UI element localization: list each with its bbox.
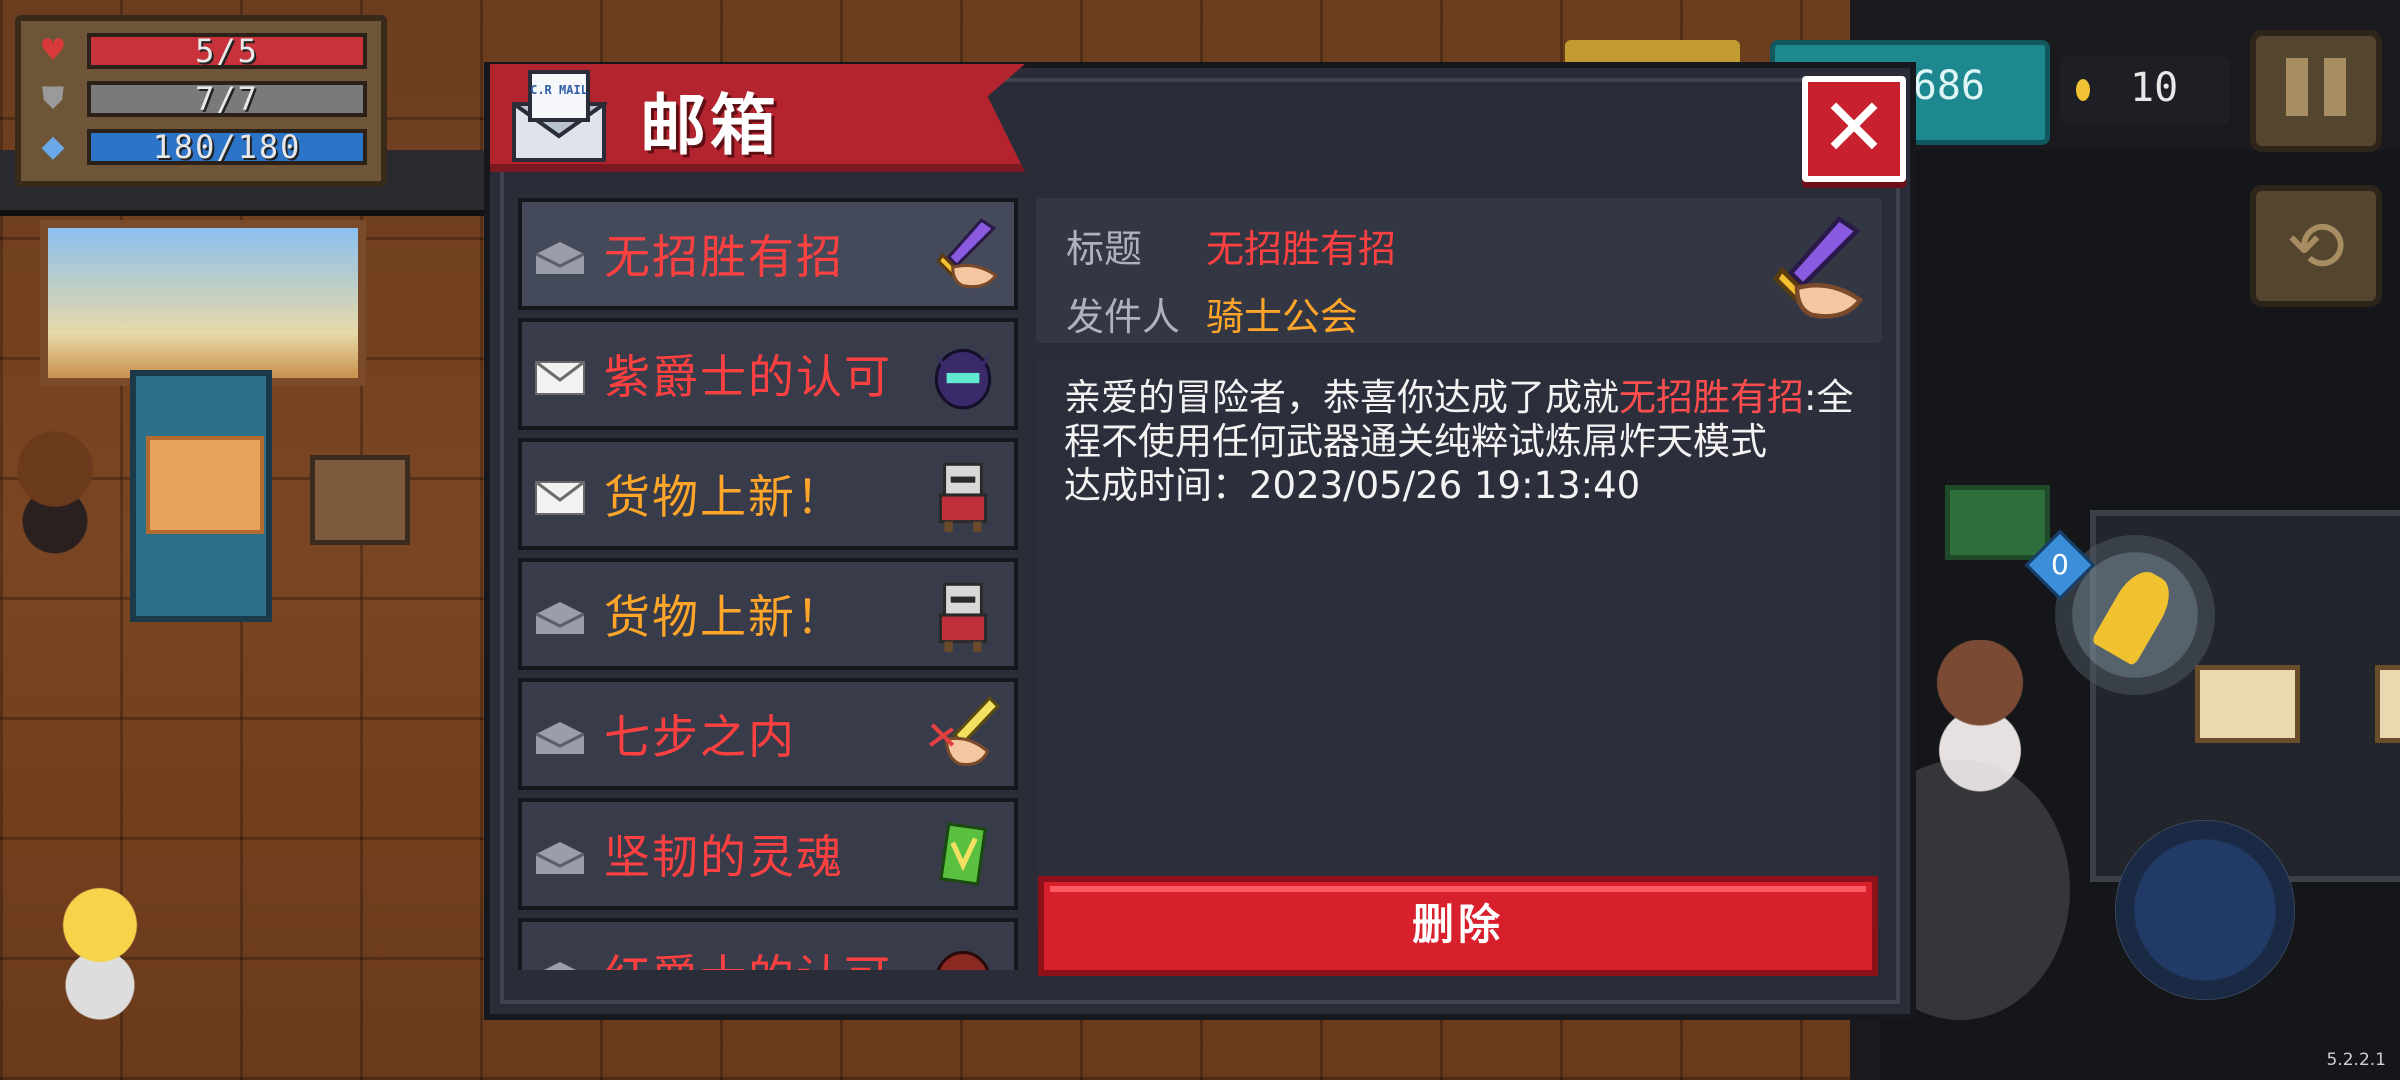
merchant-icon	[938, 462, 988, 532]
sword-hand-icon	[1773, 216, 1864, 319]
mail-subject: 货物上新！	[604, 590, 844, 644]
mail-list-item[interactable]: 货物上新！	[518, 438, 1018, 550]
player-stats-panel: ♥ 5/5 ⛊ 7/7 ◆ 180/180	[15, 15, 387, 187]
title-value: 无招胜有招	[1206, 227, 1397, 271]
health-bar: 5/5	[87, 33, 367, 69]
energy-row: ◆ 180/180	[21, 125, 381, 169]
game-poster	[40, 220, 366, 386]
health-value: 5/5	[195, 32, 259, 70]
pause-button[interactable]	[2250, 30, 2382, 152]
storage-crate[interactable]	[310, 455, 410, 545]
refresh-icon: ⟲	[2286, 205, 2346, 287]
close-icon: ✕	[1820, 81, 1888, 174]
mail-subject: 紫爵士的认可	[604, 350, 892, 404]
mail-list-item[interactable]: 紫爵士的认可	[518, 318, 1018, 430]
opened-envelope-icon	[535, 602, 585, 634]
mail-subject: 七步之内	[604, 710, 796, 764]
mail-body-text: 亲爱的冒险者，恭喜你达成了成就无招胜有招:全程不使用任何武器通关纯粹试炼屌炸天模…	[1064, 376, 1864, 508]
pause-icon	[2286, 58, 2308, 116]
unread-envelope-icon	[535, 480, 585, 515]
certificate-frame	[2195, 665, 2300, 743]
armor-value: 7/7	[195, 80, 259, 118]
achieved-time: 达成时间：2023/05/26 19:13:40	[1064, 464, 1641, 507]
coin-counter: 10	[2060, 55, 2230, 125]
opened-envelope-icon	[544, 962, 576, 970]
version-label: 5.2.2.1	[2326, 1050, 2386, 1070]
mail-list-item[interactable]: 坚韧的灵魂	[518, 798, 1018, 910]
energy-bar: 180/180	[87, 129, 367, 165]
coin-icon	[2076, 79, 2090, 101]
player-character	[40, 880, 160, 1030]
sender-value: 骑士公会	[1206, 295, 1359, 339]
body-text-highlight: 无招胜有招	[1619, 376, 1804, 419]
delete-button[interactable]: 删除	[1038, 876, 1878, 976]
merchant-icon	[938, 582, 988, 652]
heart-icon: ♥	[39, 33, 67, 68]
mail-list[interactable]: 无招胜有招紫爵士的认可货物上新！ 货物上新！ 七步之内坚韧的灵魂红爵士的认可	[518, 198, 1024, 970]
gem-value: 686	[1912, 63, 1985, 109]
sword-hand-icon	[936, 218, 998, 289]
green-card-icon	[939, 822, 988, 886]
certificate-frame-2	[2375, 665, 2400, 743]
mail-detail-body: 亲爱的冒险者，恭喜你达成了成就无招胜有招:全程不使用任何武器通关纯粹试炼屌炸天模…	[1036, 358, 1882, 928]
sender-label: 发件人	[1066, 295, 1181, 339]
opened-envelope-icon	[535, 842, 585, 874]
mailbox-header: C.R MAIL 邮箱	[490, 64, 1025, 172]
swap-character-button[interactable]: ⟲	[2250, 185, 2382, 307]
npc-character	[0, 430, 110, 560]
mail-list-item[interactable]: 货物上新！	[518, 558, 1018, 670]
mail-icon-text: C.R MAIL	[530, 83, 588, 97]
energy-value: 180/180	[152, 128, 302, 166]
energy-diamond-icon: ◆	[41, 129, 65, 164]
mail-list-item[interactable]: 无招胜有招	[518, 198, 1018, 310]
mail-subject: 无招胜有招	[604, 230, 844, 284]
red-knight-icon	[936, 950, 990, 970]
shield-icon: ⛊	[41, 81, 65, 116]
close-button[interactable]: ✕	[1802, 76, 1906, 182]
unread-envelope-icon	[535, 360, 585, 395]
blade-hand-icon	[928, 695, 1000, 767]
delete-button-label: 删除	[1411, 900, 1504, 949]
gacha-machine[interactable]	[130, 370, 272, 622]
mail-subject: 坚韧的灵魂	[604, 830, 844, 884]
title-label: 标题	[1066, 227, 1143, 271]
mail-envelope-icon: C.R MAIL	[512, 70, 607, 162]
weapon-energy-cost-value: 0	[2051, 547, 2069, 581]
skill-button[interactable]	[2115, 820, 2295, 1000]
opened-envelope-icon	[535, 722, 585, 754]
mail-detail-header: 标题 无招胜有招 发件人 骑士公会	[1036, 198, 1882, 343]
mail-list-item[interactable]: 红爵士的认可	[518, 918, 1018, 970]
coin-value: 10	[2130, 65, 2179, 111]
mail-subject: 货物上新！	[604, 470, 844, 524]
armor-row: ⛊ 7/7	[21, 77, 381, 121]
mail-subject: 红爵士的认可	[604, 952, 892, 970]
health-row: ♥ 5/5	[21, 29, 381, 73]
mailbox-title: 邮箱	[640, 87, 780, 164]
armor-bar: 7/7	[87, 81, 367, 117]
mail-list-item[interactable]: 七步之内	[518, 678, 1018, 790]
feather-weapon-icon	[2090, 563, 2180, 667]
mailbox-dialog: C.R MAIL 邮箱 ✕ 无招胜有招 紫爵士的认可 货物上新！ 货物上新！ 七步之内坚…	[484, 62, 1916, 1020]
knight-helmet-icon	[934, 348, 992, 410]
body-text-part1: 亲爱的冒险者，恭喜你达成了成就	[1064, 376, 1619, 419]
computer-terminal[interactable]	[1945, 485, 2050, 560]
opened-envelope-icon	[535, 242, 585, 274]
